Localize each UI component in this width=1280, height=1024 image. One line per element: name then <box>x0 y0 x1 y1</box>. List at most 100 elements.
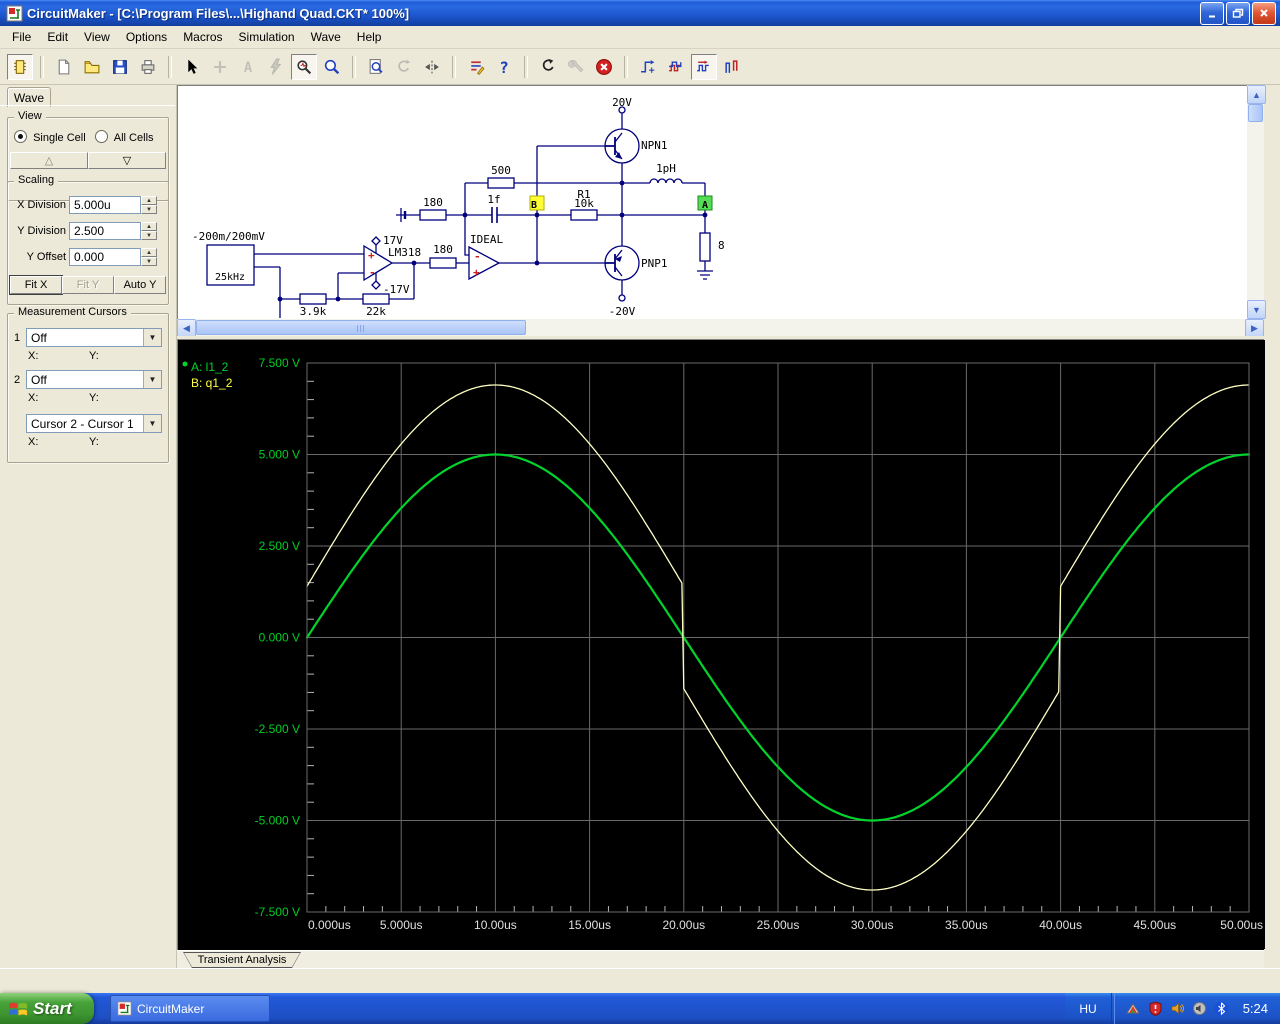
resistor-180-top[interactable] <box>419 209 447 221</box>
restore-button[interactable] <box>1226 1 1250 25</box>
zoom-tool-icon[interactable] <box>319 54 345 80</box>
all-cells-label: All Cells <box>113 132 154 144</box>
all-cells-radio[interactable] <box>94 130 108 143</box>
y-division-spinner[interactable]: ▲ ▼ <box>141 222 157 240</box>
menu-item-edit[interactable]: Edit <box>39 28 76 46</box>
fit-y-button[interactable]: Fit Y <box>62 276 114 294</box>
svg-text:-17V: -17V <box>383 283 410 296</box>
x-tick-label: 40.00us <box>1039 918 1082 932</box>
resistor-r1[interactable] <box>570 209 598 221</box>
bluetooth-icon[interactable] <box>1214 1001 1230 1017</box>
x-division-spinner[interactable]: ▲ ▼ <box>141 196 157 214</box>
scroll-up-icon[interactable]: ▲ <box>1247 85 1266 104</box>
stop-icon[interactable] <box>591 54 617 80</box>
terminal-17v[interactable] <box>371 236 381 246</box>
resistor-8[interactable] <box>699 232 711 262</box>
y-offset-field[interactable]: 0.000 <box>69 248 141 266</box>
cursor-diff-select[interactable]: Cursor 2 - Cursor 1 ▼ <box>26 414 162 433</box>
text-tool-icon[interactable]: A <box>235 54 261 80</box>
simulation-setup-icon[interactable] <box>463 54 489 80</box>
chevron-down-icon[interactable]: ▼ <box>143 329 161 346</box>
x-tick-label: 35.00us <box>945 918 988 932</box>
mirror-icon[interactable] <box>419 54 445 80</box>
wire-tool-icon[interactable] <box>207 54 233 80</box>
cursor2-select[interactable]: Off ▼ <box>26 370 162 389</box>
volume-icon[interactable] <box>1170 1001 1186 1017</box>
legend-bullet <box>182 361 188 367</box>
y-offset-spinner[interactable]: ▲ ▼ <box>141 248 157 266</box>
start-button[interactable]: Start <box>0 993 94 1024</box>
taskbar-item-circuitmaker[interactable]: CircuitMaker <box>110 995 270 1022</box>
minimize-button[interactable] <box>1200 1 1224 25</box>
new-file-icon[interactable] <box>51 54 77 80</box>
tab-wave[interactable]: Wave <box>7 87 51 107</box>
chevron-down-icon[interactable]: ▼ <box>143 371 161 388</box>
cursors-group-label: Measurement Cursors <box>14 306 131 318</box>
y-tick-label: 7.500 V <box>259 356 300 370</box>
menu-item-wave[interactable]: Wave <box>303 28 349 46</box>
cell-up-button[interactable]: △ <box>10 152 88 169</box>
rotate-icon[interactable] <box>391 54 417 80</box>
x-tick-label: 0.000us <box>308 918 351 932</box>
svg-text:LM318: LM318 <box>388 246 421 259</box>
svg-text:B: B <box>531 200 537 211</box>
toolbar-separator <box>168 55 172 78</box>
svg-text:NPN1: NPN1 <box>641 139 668 152</box>
menu-item-help[interactable]: Help <box>349 28 390 46</box>
digital-analysis-icon[interactable] <box>663 54 689 80</box>
reset-icon[interactable] <box>535 54 561 80</box>
fit-x-button[interactable]: Fit X <box>9 275 63 295</box>
waveform-plot[interactable]: 7.500 V 5.000 V 2.500 V 0.000 V -2.500 V -5.0… <box>178 339 1265 949</box>
terminal-neg17v[interactable] <box>371 280 381 290</box>
chevron-down-icon[interactable]: ▼ <box>143 415 161 432</box>
tab-transient-analysis[interactable]: Transient Analysis <box>183 952 301 968</box>
menu-item-view[interactable]: View <box>76 28 118 46</box>
cursor1-select[interactable]: Off ▼ <box>26 328 162 347</box>
menu-item-options[interactable]: Options <box>118 28 175 46</box>
security-shield-icon[interactable] <box>1148 1001 1164 1017</box>
x-division-field[interactable]: 5.000u <box>69 196 141 214</box>
probe-tool-icon[interactable] <box>291 53 317 80</box>
menu-item-macros[interactable]: Macros <box>175 28 230 46</box>
cell-down-button[interactable]: ▽ <box>88 152 166 169</box>
terminal-neg20v[interactable] <box>618 294 626 302</box>
resistor-500[interactable] <box>487 177 515 189</box>
parts-bin-icon[interactable] <box>7 53 33 80</box>
cursor1-number: 1 <box>14 331 21 344</box>
resistor-180-mid[interactable] <box>429 257 457 269</box>
wrench-icon[interactable] <box>563 54 589 80</box>
close-button[interactable] <box>1252 1 1276 25</box>
svg-text:10k: 10k <box>574 197 594 210</box>
scroll-down-icon[interactable]: ▼ <box>1247 300 1266 319</box>
y-tick-label: -5.000 V <box>255 813 300 827</box>
transient-analysis-icon[interactable] <box>691 53 717 80</box>
clock: 5:24 <box>1242 1001 1268 1016</box>
arrow-tool-icon[interactable] <box>179 54 205 80</box>
language-indicator[interactable]: HU <box>1065 1002 1110 1016</box>
graphics-utility-icon[interactable] <box>1126 1001 1142 1017</box>
menu-item-file[interactable]: File <box>4 28 39 46</box>
x-tick-label: 20.00us <box>662 918 705 932</box>
schematic-horizontal-scrollbar[interactable]: ◀ ▶ <box>177 319 1264 338</box>
auto-y-button[interactable]: Auto Y <box>114 276 166 294</box>
print-icon[interactable] <box>135 54 161 80</box>
resistor-3.9k[interactable] <box>299 293 327 305</box>
help-icon[interactable]: ? <box>491 54 517 80</box>
toolbar-separator <box>452 55 456 78</box>
save-icon[interactable] <box>107 54 133 80</box>
open-file-icon[interactable] <box>79 54 105 80</box>
vertical-scroll-thumb[interactable] <box>1248 104 1263 122</box>
schematic-viewport[interactable]: 20V NPN1 500 1pH 180 1f R1 10k 8 PNP1 -2… <box>177 85 1247 319</box>
schematic-vertical-scrollbar[interactable]: ▲ ▼ <box>1247 85 1266 319</box>
horizontal-scroll-thumb[interactable] <box>196 320 526 335</box>
y-division-field[interactable]: 2.500 <box>69 222 141 240</box>
mixed-signal-icon[interactable] <box>719 54 745 80</box>
y-division-label: Y Division <box>17 225 66 237</box>
single-cell-radio[interactable] <box>14 130 27 143</box>
delete-tool-icon[interactable] <box>263 54 289 80</box>
menu-item-simulation[interactable]: Simulation <box>231 28 303 46</box>
zoom-area-icon[interactable] <box>363 54 389 80</box>
schematic-canvas[interactable]: 20V NPN1 500 1pH 180 1f R1 10k 8 PNP1 -2… <box>178 86 1247 319</box>
sound-device-icon[interactable] <box>1192 1001 1208 1017</box>
operating-point-icon[interactable] <box>635 54 661 80</box>
